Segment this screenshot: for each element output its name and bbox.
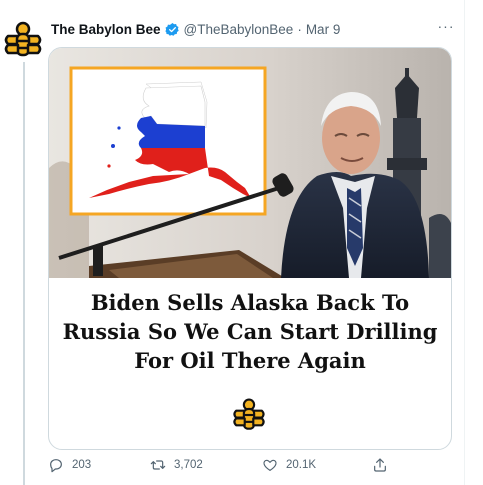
thread-line <box>23 62 25 485</box>
reply-count: 203 <box>72 459 92 471</box>
like-icon <box>263 459 277 471</box>
share-icon <box>374 458 386 472</box>
article-card[interactable]: Biden Sells Alaska Back To Russia So We … <box>48 47 452 450</box>
headline-line: Russia So We Can Start Drilling <box>62 319 438 344</box>
more-icon[interactable]: ··· <box>436 18 456 34</box>
alaska-map-frame <box>69 66 267 216</box>
avatar[interactable] <box>2 19 44 61</box>
retweet-count: 3,702 <box>174 459 203 471</box>
tweet-date[interactable]: Mar 9 <box>306 22 341 37</box>
bee-logo-icon <box>4 21 42 57</box>
retweet-button[interactable]: 3,702 <box>150 457 203 473</box>
display-name[interactable]: The Babylon Bee <box>51 22 161 37</box>
tweet-actions: 203 3,702 20.1K <box>48 457 448 479</box>
headline: Biden Sells Alaska Back To Russia So We … <box>49 288 451 375</box>
reply-icon <box>50 459 62 473</box>
like-count: 20.1K <box>286 459 317 471</box>
retweet-icon <box>150 460 166 470</box>
tweet-header: The Babylon Bee @TheBabylonBee · Mar 9 <box>51 22 340 37</box>
like-button[interactable]: 20.1K <box>262 457 316 473</box>
reply-button[interactable]: 203 <box>48 457 91 473</box>
headline-line: Biden Sells Alaska Back To <box>90 290 410 315</box>
bee-logo-icon <box>233 398 265 430</box>
verified-badge-icon <box>164 22 179 36</box>
handle[interactable]: @TheBabylonBee <box>184 22 294 37</box>
share-button[interactable] <box>372 457 396 473</box>
article-image <box>49 48 451 278</box>
headline-line: For Oil There Again <box>134 348 366 373</box>
column-border <box>464 0 465 485</box>
separator-dot: · <box>297 22 302 37</box>
